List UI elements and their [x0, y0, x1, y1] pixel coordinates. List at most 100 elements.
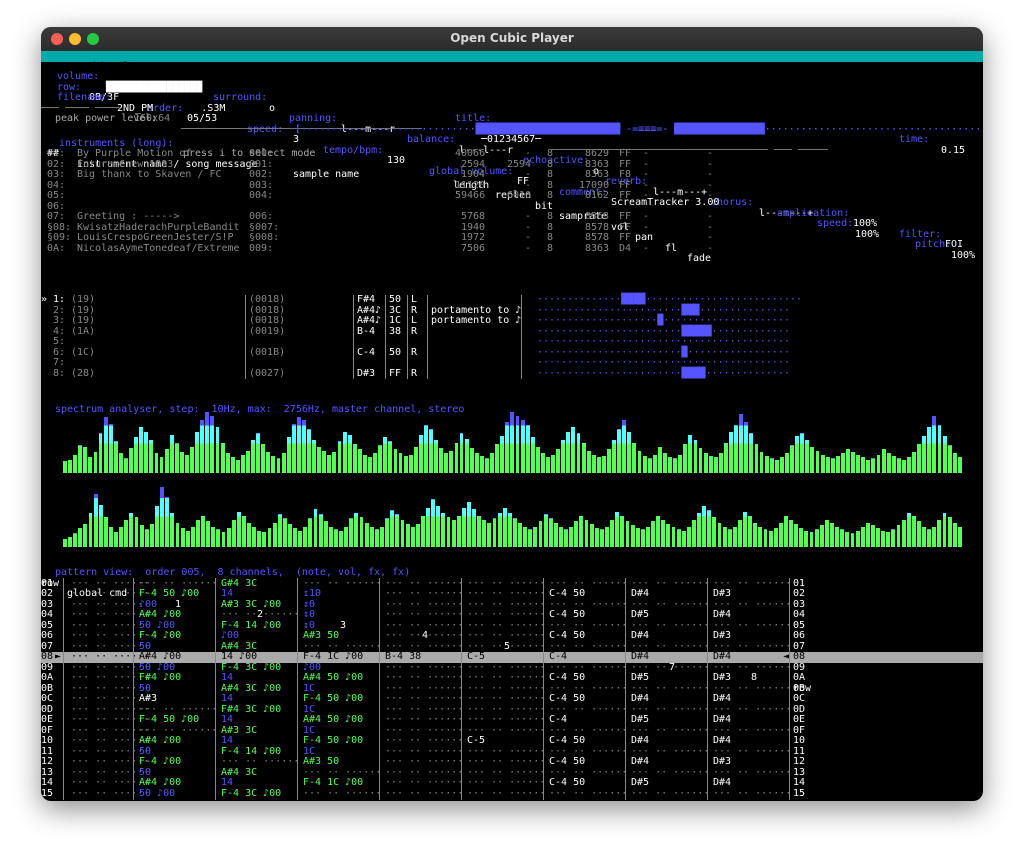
spectrum-bar — [267, 527, 272, 547]
pattern-cell-empty: ··· ·· ······ — [303, 787, 382, 799]
pattern-cell-ch1: F#4 ♪00 — [139, 672, 182, 683]
spectrum-caption-row: spectrum analyser, step: 10Hz, max: 2756… — [41, 394, 983, 414]
instrument-name: LouisCrespoGreenJester/S!P — [77, 232, 234, 243]
spectrum-bar — [103, 416, 108, 473]
pattern-row[interactable]: 0C ··· ·· ······ A#3 14 F-4 50 ♪00 ··· ·· ···… — [41, 693, 983, 705]
channel-instrument: (1C) — [71, 346, 96, 358]
spectrum-bar — [601, 455, 606, 473]
instrument-row[interactable]: 0A: NicolasAymeTonedeaf/Extreme 009: 7506 - 8… — [41, 242, 983, 255]
spectrum-bar — [688, 434, 693, 473]
spectrum-bottom — [63, 479, 963, 547]
spectrum-bar — [328, 526, 333, 547]
spectrum-bar — [497, 513, 502, 547]
instrument-row[interactable]: 06: — [41, 201, 983, 213]
spectrum-bar — [98, 433, 103, 473]
spectrum-bar — [405, 523, 410, 547]
pattern-row[interactable]: 08 ► ··· ·· ······ A#4 ♪00 14 ♪00 F-4 1C ♪00 B… — [41, 651, 983, 663]
pattern-column-divider — [789, 578, 790, 800]
spectrum-bar — [586, 450, 591, 473]
channel-row[interactable]: » 1: (19) (0018) F#4 50 L ··············████··… — [41, 294, 983, 306]
channel-row[interactable]: 3: (19) (0018) A#4♪ 1C Lportamento to ♪ ······… — [41, 315, 983, 327]
spectrum-bar — [652, 454, 657, 473]
channel-row[interactable]: 6: (1C) (001B) C-4 50 R ······················… — [41, 346, 983, 359]
channel-sample: (0018) — [249, 315, 286, 326]
pattern-cell-ch2: 14 — [221, 693, 234, 704]
pattern-cell-ch1: A#4 ♪00 — [139, 651, 182, 662]
spectrum-bar — [901, 459, 906, 473]
pattern-row[interactable]: 0A ··· ·· ······ F#4 ♪00 14 A#4 50 ♪00 ··· ··… — [41, 672, 983, 684]
spectrum-bar — [809, 532, 814, 547]
instrument-row[interactable]: §09: LouisCrespoGreenJester/S!P §008: 1972 -… — [41, 232, 983, 244]
pattern-cell-ch5: C-5 — [467, 651, 486, 662]
pattern-row[interactable]: 0E ··· ·· ······ F-4 50 ♪00 14 A#4 50 ♪00 ···… — [41, 714, 983, 726]
spectrum-bar — [724, 442, 728, 473]
pattern-row[interactable]: 07 ··· ·· ······ 50 A#4 3C ··· ·· ······ ··· … — [41, 641, 983, 653]
spectrum-bar — [236, 511, 241, 547]
sample-length: 7506 — [461, 242, 486, 254]
spectrum-bar — [718, 453, 723, 473]
spectrum-bar — [303, 526, 308, 547]
spectrum-bar — [830, 522, 834, 547]
spectrum-bar — [490, 453, 494, 473]
instrument-name: By Purple Motion of — [77, 148, 192, 159]
channel-row[interactable]: 8: (28) (0027) D#3 FF R ······················… — [41, 368, 983, 380]
pattern-row[interactable]: 0F ··· ·· ······ ··· ·· ······ A#3 3C 1C ··· … — [41, 725, 983, 737]
spectrum-bar — [937, 425, 942, 473]
spectrum-bar — [625, 521, 630, 547]
spectrum-bar — [661, 519, 666, 547]
pattern-row[interactable]: 04 ··· ·· ······ A#4 ♪00 ··· ·· ······ ↕0 ···… — [41, 609, 983, 621]
spectrum-bar — [373, 453, 378, 473]
spectrum-bar — [891, 529, 896, 547]
spectrum-bar — [485, 458, 489, 473]
spectrum-bar — [113, 441, 118, 473]
instrument-row[interactable]: 05: 004: 59466 6010 8 8162 FF - - — [41, 190, 983, 202]
pattern-row[interactable]: 06 ··· ·· ······ F-4 ♪00 ♪00 A#3 50 ··· ·· ··… — [41, 630, 983, 642]
pattern-row[interactable]: 10 ··· ·· ······ A#4 ♪00 14 F-4 50 ♪00 ··· ··… — [41, 735, 983, 747]
spectrum-bar — [313, 508, 318, 547]
spectrum-bar — [190, 446, 194, 473]
spectrum-bar — [247, 522, 251, 547]
sample-replen: - — [525, 242, 532, 254]
channel-row[interactable]: 5: ······································… — [41, 336, 983, 348]
sample-fade: - — [707, 148, 714, 159]
spectrum-bar — [891, 455, 896, 473]
pattern-cell-ch7: D#4 — [631, 693, 650, 704]
pattern-row[interactable]: 02 ··· ·· ······ F-4 50 ♪00 14 ↥10 ··· ·· ···… — [41, 588, 983, 600]
spectrum-bar — [576, 433, 581, 473]
pattern-cell-ch8: D#4 — [713, 693, 732, 704]
spectrum-bar — [814, 529, 819, 547]
channel-id: 3: — [41, 315, 66, 326]
channel-row[interactable]: 4: (1A) (0019) B-4 38 R ······················… — [41, 326, 983, 338]
spectrum-bar — [749, 433, 754, 473]
channel-row[interactable]: 7: ······································… — [41, 357, 983, 369]
instrument-number: 0A: — [47, 242, 66, 254]
sample-length: 59466 — [455, 190, 486, 201]
instrument-row[interactable]: 03: Big thanx to Skaven / FC 002: 1904 - 8 836… — [41, 169, 983, 181]
spectrum-bar — [368, 457, 372, 473]
pattern-row-number: 0E — [41, 714, 54, 725]
pattern-cell-ch3: ↥10 — [303, 588, 322, 599]
spectrum-bar — [380, 526, 384, 547]
pattern-cell-ch6: C-4 50 — [549, 756, 586, 767]
pattern-row[interactable]: 14 ··· ·· ······ A#4 ♪00 14 F-4 1C ♪00 ··· ··… — [41, 777, 983, 789]
pattern-row[interactable]: 12 ··· ·· ······ F-4 ♪00 ··· ·· ······ A#3 5… — [41, 756, 983, 768]
channel-instrument: (19) — [71, 294, 96, 305]
instrument-row[interactable]: 01: By Purple Motion of 000: 40066-8 8629 FF -… — [41, 148, 983, 160]
pattern-caption-row: pattern view: order 005, 8 channels, (no… — [41, 557, 983, 577]
spectrum-bar — [942, 436, 947, 473]
spectrum-bar — [732, 526, 737, 547]
spectrum-bar — [810, 446, 815, 473]
spectrum-bar — [293, 527, 298, 547]
pattern-row-number-right: 08 — [793, 651, 806, 662]
pattern-column-divider — [625, 578, 626, 800]
spectrum-bar — [548, 518, 553, 547]
spectrum-bar — [395, 514, 400, 547]
peak-power-row-2: [·····························██████████… — [41, 114, 983, 134]
channel-volume: 50 — [389, 346, 402, 358]
spectrum-bar — [466, 502, 471, 547]
instrument-row[interactable]: 07: Greeting : -----> 006: 5768-8 8363 FF - - — [41, 211, 983, 223]
spectrum-bar — [800, 433, 805, 473]
pattern-row-number-right: 0E — [793, 714, 806, 725]
spectrum-bar — [296, 416, 301, 473]
pattern-row[interactable]: 15 ··· ·· ······ 50 ♪00 F-4 3C ♪00 ··· ·· ··… — [41, 787, 983, 800]
